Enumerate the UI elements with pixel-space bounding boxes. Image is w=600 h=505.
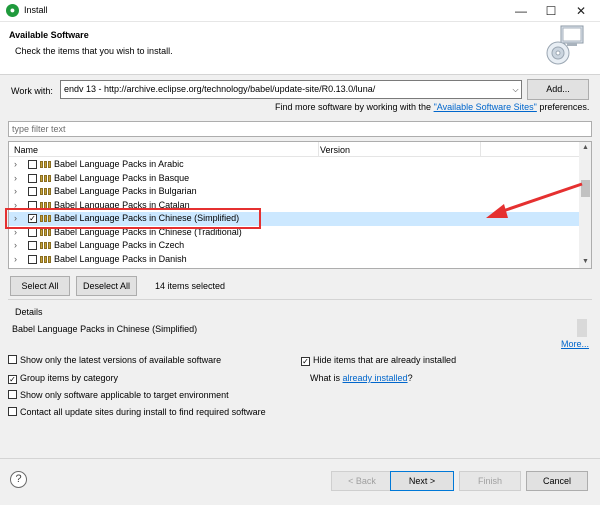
scroll-down-icon[interactable]: ▼ [579, 256, 591, 268]
available-software-sites-link[interactable]: "Available Software Sites" [434, 102, 537, 112]
items-selected-count: 14 items selected [155, 281, 226, 291]
select-all-button[interactable]: Select All [10, 276, 70, 296]
package-icon [40, 161, 52, 168]
column-version-header[interactable]: Version [320, 145, 350, 155]
details-label: Details [15, 307, 43, 317]
package-icon [40, 174, 52, 182]
row-label: Babel Language Packs in Basque [54, 172, 190, 183]
row-checkbox[interactable] [28, 254, 37, 264]
add-site-button[interactable]: Add... [527, 79, 589, 100]
find-more-suffix: preferences. [536, 102, 590, 112]
tree-header: Name Version [9, 142, 579, 157]
package-icon [40, 228, 52, 236]
package-icon [40, 188, 52, 195]
hide-installed-option[interactable]: ✓ Hide items that are already installed [301, 355, 456, 366]
find-more-text: Find more software by working with the "… [275, 102, 589, 112]
expand-arrow-icon[interactable]: › [14, 240, 22, 251]
expand-arrow-icon[interactable]: › [14, 254, 22, 265]
contact-update-sites-option[interactable]: Contact all update sites during install … [8, 407, 266, 417]
show-latest-label: Show only the latest versions of availab… [20, 355, 222, 365]
show-applicable-checkbox[interactable] [8, 390, 17, 399]
expand-arrow-icon[interactable]: › [14, 186, 22, 197]
eclipse-installer-icon: ● [6, 4, 19, 17]
details-text: Babel Language Packs in Chinese (Simplif… [12, 324, 198, 334]
what-is-suffix: ? [407, 373, 413, 383]
row-checkbox[interactable] [28, 173, 37, 183]
column-divider [480, 142, 481, 157]
show-applicable-label: Show only software applicable to target … [20, 390, 229, 400]
row-label: Babel Language Packs in Bulgarian [54, 186, 197, 196]
what-is-prefix: What is [310, 373, 343, 383]
row-label: Babel Language Packs in Danish [54, 253, 187, 264]
already-installed-link[interactable]: already installed [343, 373, 408, 383]
contact-update-sites-label: Contact all update sites during install … [20, 407, 266, 417]
work-with-combo[interactable]: endv 13 - http://archive.eclipse.org/tec… [60, 80, 522, 99]
column-name-header[interactable]: Name [14, 145, 38, 155]
details-scrollbar[interactable] [577, 319, 587, 337]
show-latest-option[interactable]: Show only the latest versions of availab… [8, 355, 221, 365]
cancel-button[interactable]: Cancel [526, 471, 588, 491]
hide-installed-checkbox[interactable]: ✓ [301, 357, 310, 366]
show-applicable-option[interactable]: Show only software applicable to target … [8, 390, 229, 400]
show-latest-checkbox[interactable] [8, 355, 17, 364]
help-icon[interactable]: ? [10, 471, 27, 488]
back-button[interactable]: < Back [331, 471, 393, 491]
annotation-arrow-icon [486, 182, 583, 218]
work-with-label: Work with: [11, 86, 53, 96]
package-icon [40, 255, 52, 263]
page-title: Available Software [9, 30, 89, 40]
row-checkbox[interactable] [28, 187, 37, 196]
group-by-category-label: Group items by category [20, 373, 119, 383]
tree-row[interactable]: › Babel Language Packs in Danish [9, 253, 579, 267]
close-icon[interactable]: ✕ [566, 0, 596, 22]
what-is-installed-text: What is already installed? [310, 373, 413, 383]
scroll-up-icon[interactable]: ▲ [579, 142, 591, 154]
minimize-icon[interactable]: — [506, 0, 536, 22]
filter-input[interactable]: type filter text [8, 121, 592, 137]
annotation-highlight-box [5, 208, 261, 229]
expand-arrow-icon[interactable]: › [14, 173, 22, 184]
deselect-all-button[interactable]: Deselect All [76, 276, 137, 296]
chevron-down-icon[interactable]: ⌵ [509, 80, 522, 99]
footer-divider [0, 458, 600, 459]
tree-row[interactable]: › Babel Language Packs in Arabic [9, 158, 579, 172]
hide-installed-label: Hide items that are already installed [313, 355, 457, 365]
page-description: Check the items that you wish to install… [15, 46, 173, 56]
install-cd-icon [546, 25, 584, 65]
more-link[interactable]: More... [561, 339, 589, 349]
row-label: Babel Language Packs in Arabic [54, 159, 184, 169]
group-by-category-checkbox[interactable]: ✓ [8, 375, 17, 384]
finish-button[interactable]: Finish [459, 471, 521, 491]
maximize-icon[interactable]: ☐ [536, 0, 566, 22]
package-icon [40, 242, 52, 249]
find-more-prefix: Find more software by working with the [275, 102, 434, 112]
row-label: Babel Language Packs in Czech [54, 240, 185, 250]
row-checkbox[interactable] [28, 241, 37, 250]
group-by-category-option[interactable]: ✓ Group items by category [8, 373, 118, 384]
tree-row[interactable]: › Babel Language Packs in Czech [9, 239, 579, 253]
next-button[interactable]: Next > [390, 471, 454, 491]
row-checkbox[interactable] [28, 160, 37, 169]
expand-arrow-icon[interactable]: › [14, 159, 22, 170]
contact-update-sites-checkbox[interactable] [8, 407, 17, 416]
column-divider [318, 142, 319, 157]
window-title: Install [24, 5, 48, 15]
